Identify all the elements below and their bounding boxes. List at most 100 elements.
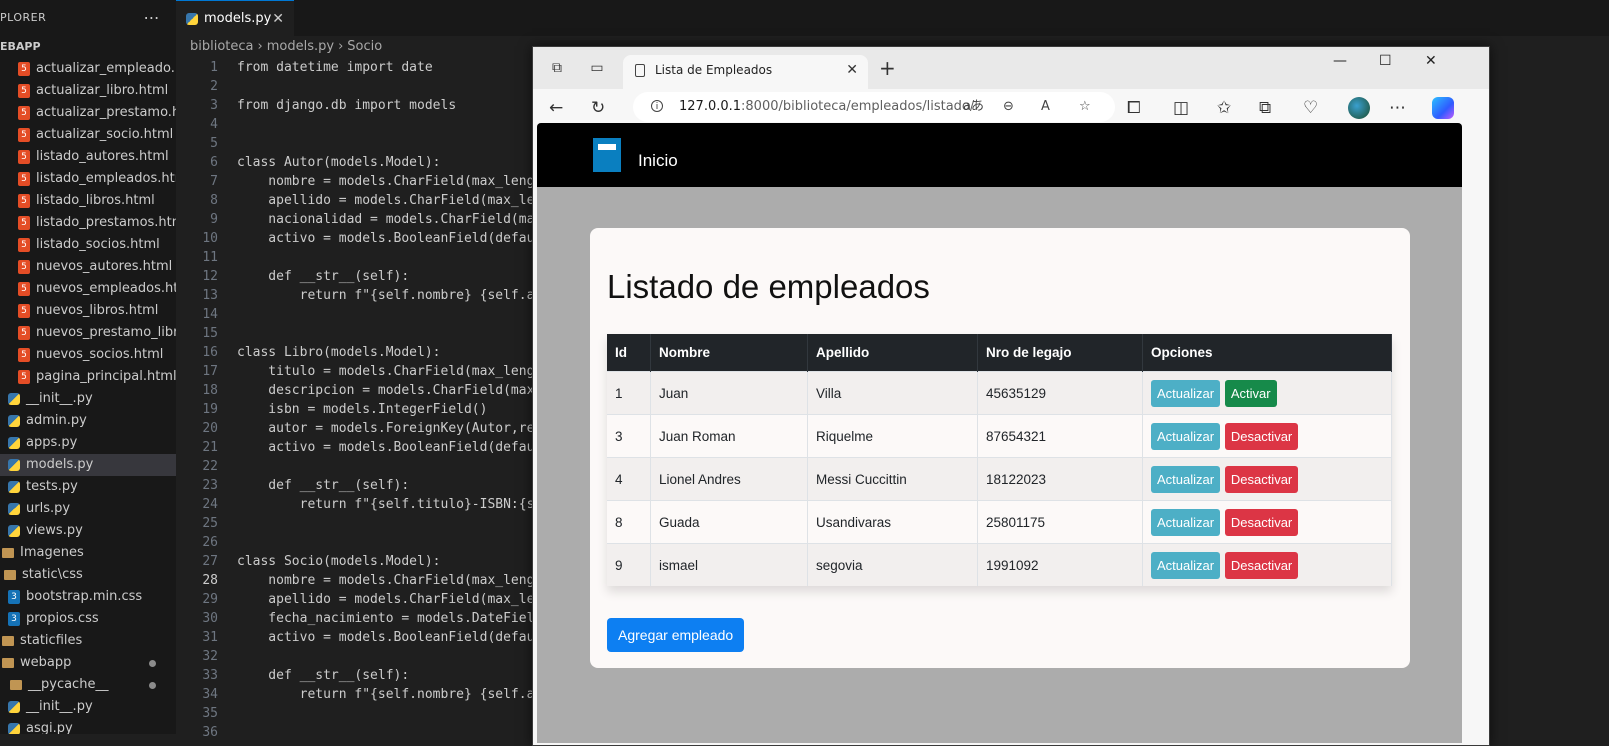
html-file-icon: 5 (18, 216, 30, 230)
file-tree-item[interactable]: __init__.py (0, 696, 176, 718)
line-number: 21 (202, 440, 218, 455)
file-tree-item[interactable]: 5 actualizar_libro.html (0, 80, 176, 102)
deactivate-button[interactable]: Desactivar (1224, 422, 1299, 450)
extensions-icon[interactable]: ⧠ (1127, 99, 1141, 117)
more-actions-icon[interactable]: ⋯ (144, 0, 161, 36)
file-tree-item[interactable]: 3 propios.css (0, 608, 176, 630)
file-tree-item[interactable]: 5 nuevos_autores.html (0, 256, 176, 278)
minimize-icon[interactable]: — (1333, 53, 1347, 69)
close-window-icon[interactable]: ✕ (1425, 53, 1437, 69)
file-tree-item[interactable]: 5 nuevos_prestamo_libr... (0, 322, 176, 344)
maximize-icon[interactable]: ☐ (1379, 53, 1392, 69)
add-employee-button[interactable]: Agregar empleado (607, 618, 745, 652)
split-screen-icon[interactable]: ◫ (1173, 99, 1189, 117)
file-tree-item[interactable]: asgi.py (0, 718, 176, 734)
file-tree-item[interactable]: 5 listado_empleados.html (0, 168, 176, 190)
file-tree-item[interactable]: 5 nuevos_libros.html (0, 300, 176, 322)
tab-models-py[interactable]: models.py ✕ (176, 0, 294, 36)
immersive-reader-icon[interactable]: A (1041, 92, 1050, 122)
explorer-title: PLORER (0, 11, 47, 24)
html-file-icon: 5 (18, 84, 30, 98)
file-tree-item[interactable]: 5 listado_libros.html (0, 190, 176, 212)
update-button[interactable]: Actualizar (1151, 379, 1221, 407)
chevron-right-icon: › (338, 39, 344, 54)
py-file-icon (8, 524, 20, 538)
file-name: webapp (20, 655, 72, 670)
file-tree-item[interactable]: 5 listado_prestamos.html (0, 212, 176, 234)
update-button[interactable]: Actualizar (1151, 465, 1221, 493)
workspaces-icon[interactable]: ⧉ (549, 60, 565, 76)
cell-id: 3 (607, 414, 651, 458)
code-text: descripcion = models.CharField(max (237, 383, 535, 398)
line-number: 23 (202, 478, 218, 493)
zoom-out-icon[interactable]: ⊖ (1003, 92, 1014, 122)
favorite-star-icon[interactable]: ☆ (1079, 92, 1091, 122)
file-name: actualizar_prestamo.h... (36, 105, 176, 120)
tab-actions-icon[interactable]: ▭ (589, 60, 605, 76)
file-tree-item[interactable]: 5 actualizar_prestamo.h... (0, 102, 176, 124)
file-tree-item[interactable]: 5 nuevos_empleados.ht... (0, 278, 176, 300)
update-button[interactable]: Actualizar (1151, 551, 1221, 579)
address-bar[interactable]: i 127.0.0.1:8000/biblioteca/empleados/li… (633, 92, 1115, 122)
file-tree-item[interactable]: tests.py (0, 476, 176, 498)
html-file-icon: 5 (18, 304, 30, 318)
file-name: nuevos_autores.html (36, 259, 173, 274)
breadcrumb-folder[interactable]: biblioteca (190, 39, 254, 54)
file-tree-item[interactable]: 3 bootstrap.min.css (0, 586, 176, 608)
line-number: 9 (210, 212, 218, 227)
project-root[interactable]: EBAPP (0, 36, 176, 58)
file-tree-item[interactable]: static\css (0, 564, 176, 586)
new-tab-icon[interactable]: + (879, 57, 896, 79)
file-tree-item[interactable]: apps.py (0, 432, 176, 454)
breadcrumb-file[interactable]: models.py (267, 39, 334, 54)
activate-button[interactable]: Activar (1224, 379, 1277, 407)
read-aloud-icon[interactable]: aあ (963, 92, 984, 122)
close-tab-icon[interactable]: ✕ (846, 55, 858, 85)
file-tree-item[interactable]: 5 actualizar_empleado.h... (0, 58, 176, 80)
file-tree-item[interactable]: __init__.py (0, 388, 176, 410)
file-tree-item[interactable]: urls.py (0, 498, 176, 520)
line-number: 13 (202, 288, 218, 303)
deactivate-button[interactable]: Desactivar (1224, 551, 1299, 579)
code-text: class Autor(models.Model): (237, 155, 441, 170)
file-tree-item[interactable]: 5 actualizar_socio.html (0, 124, 176, 146)
file-tree-item[interactable]: admin.py (0, 410, 176, 432)
update-button[interactable]: Actualizar (1151, 422, 1221, 450)
close-tab-icon[interactable]: ✕ (272, 1, 284, 37)
file-tree-item[interactable]: 5 nuevos_socios.html (0, 344, 176, 366)
line-number: 15 (202, 326, 218, 341)
collections-icon[interactable]: ⧉ (1259, 99, 1271, 117)
breadcrumb-symbol[interactable]: Socio (347, 39, 382, 54)
file-tree-item[interactable]: 5 listado_socios.html (0, 234, 176, 256)
update-button[interactable]: Actualizar (1151, 508, 1221, 536)
file-tree-item[interactable]: views.py (0, 520, 176, 542)
profile-avatar[interactable] (1348, 97, 1370, 119)
more-menu-icon[interactable]: ⋯ (1389, 99, 1406, 117)
brand-logo-icon[interactable] (593, 138, 621, 172)
file-tree-item[interactable]: webapp (0, 652, 176, 674)
deactivate-button[interactable]: Desactivar (1224, 465, 1299, 493)
site-info-icon[interactable]: i (651, 100, 663, 112)
favorites-icon[interactable]: ✩ (1217, 99, 1231, 117)
file-name: admin.py (26, 413, 87, 428)
browser-essentials-icon[interactable]: ♡ (1303, 99, 1318, 117)
file-tree-item[interactable]: 5 pagina_principal.html (0, 366, 176, 388)
cell-opciones: Actualizar Activar (1142, 371, 1392, 415)
browser-tab[interactable]: Lista de Empleados ✕ (623, 55, 868, 89)
file-tree-item[interactable]: staticfiles (0, 630, 176, 652)
deactivate-button[interactable]: Desactivar (1224, 508, 1299, 536)
refresh-icon[interactable]: ↻ (591, 99, 605, 117)
browser-window: ⧉ ▭ Lista de Empleados ✕ + — ☐ ✕ ← ↻ i 1… (532, 46, 1490, 746)
html-file-icon: 5 (18, 282, 30, 296)
file-tree-item[interactable]: models.py (0, 454, 176, 476)
html-file-icon: 5 (18, 260, 30, 274)
file-tree-item[interactable]: __pycache__ (0, 674, 176, 696)
code-text: isbn = models.IntegerField() (237, 402, 488, 417)
back-icon[interactable]: ← (549, 99, 563, 117)
nav-link-inicio[interactable]: Inicio (638, 151, 678, 171)
line-number: 34 (202, 687, 218, 702)
copilot-icon[interactable] (1432, 97, 1454, 119)
file-tree-item[interactable]: Imagenes (0, 542, 176, 564)
column-header-apellido: Apellido (807, 334, 978, 372)
file-tree-item[interactable]: 5 listado_autores.html (0, 146, 176, 168)
